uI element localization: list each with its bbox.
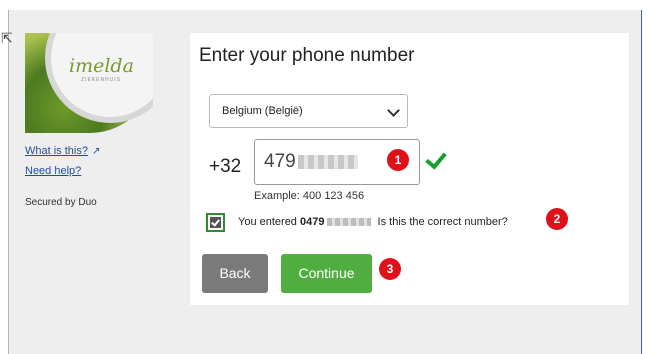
confirm-number-checkbox[interactable]: [206, 213, 225, 232]
country-select-value: Belgium (België): [222, 105, 303, 117]
continue-button[interactable]: Continue: [281, 254, 372, 293]
redacted-digits: [297, 154, 358, 169]
valid-check-icon: [425, 147, 447, 170]
top-strip: [0, 0, 649, 10]
phone-entry-card: Enter your phone number Belgium (België)…: [190, 33, 629, 305]
external-link-icon: ↗: [91, 146, 101, 157]
phone-example-hint: Example: 400 123 456: [254, 190, 365, 202]
annotation-marker-3: 3: [379, 258, 401, 280]
chevron-down-icon: [387, 104, 400, 117]
country-select[interactable]: Belgium (België): [209, 94, 408, 128]
checkbox-checked-icon: [210, 217, 221, 228]
confirm-prefix: You entered: [238, 216, 297, 228]
logo-subtext: ZIEKENHUIS: [81, 77, 122, 83]
need-help-link[interactable]: Need help?: [25, 165, 81, 177]
confirm-number-label: You entered 0479 Is this the correct num…: [238, 216, 508, 228]
confirm-suffix: Is this the correct number?: [377, 216, 508, 228]
secured-by-duo: Secured by Duo: [25, 197, 97, 208]
confirm-number: 0479: [300, 216, 325, 228]
redacted-confirm-digits: [327, 218, 372, 227]
page-title: Enter your phone number: [199, 45, 415, 66]
annotation-marker-1: 1: [387, 149, 409, 171]
country-code-prefix: +32: [209, 156, 242, 177]
logo-text: imelda: [69, 55, 134, 77]
back-button[interactable]: Back: [202, 254, 268, 293]
imelda-logo: imelda ZIEKENHUIS: [25, 33, 153, 133]
phone-number-value: 479: [264, 151, 296, 172]
what-is-this-link[interactable]: What is this? ↗: [25, 145, 100, 157]
what-is-this-label: What is this?: [25, 145, 88, 157]
annotation-marker-2: 2: [546, 208, 568, 230]
mouse-cursor-icon: ⇱: [1, 30, 13, 46]
